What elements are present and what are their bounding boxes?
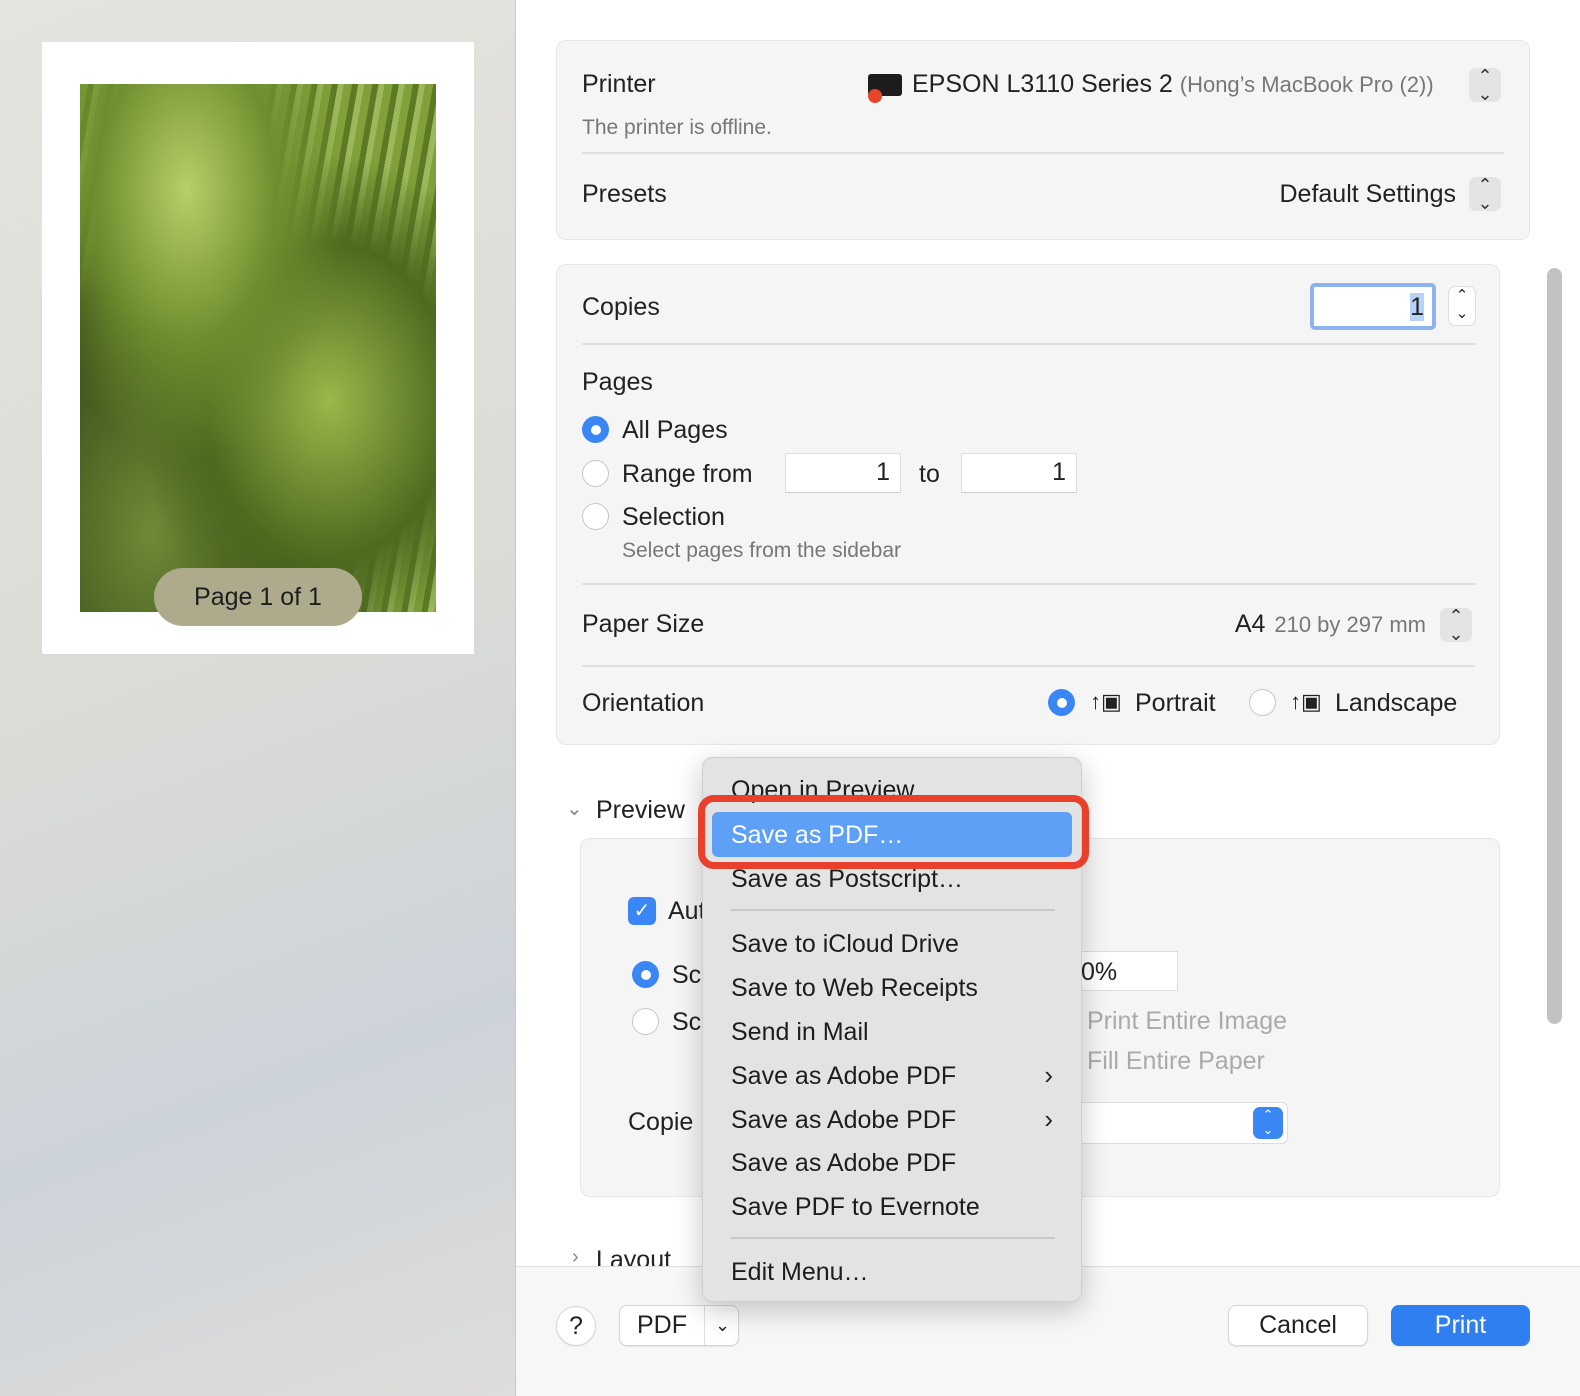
portrait-label: Portrait [1135, 689, 1216, 717]
presets-popup-arrows-icon[interactable]: ⌃ ⌄ [1469, 176, 1501, 212]
printer-status: The printer is offline. [582, 116, 772, 139]
submenu-chevron-icon: › [1044, 1104, 1053, 1134]
offline-status-dot-icon [868, 89, 882, 103]
chevron-down-icon[interactable]: ⌄ [704, 1306, 740, 1345]
range-to-input[interactable]: 1 [961, 453, 1077, 493]
pdf-label: PDF [637, 1311, 687, 1339]
range-to-label: to [919, 460, 940, 488]
submenu-chevron-icon: › [1044, 1060, 1053, 1090]
divider [582, 343, 1475, 345]
divider [582, 583, 1475, 585]
highlight-annotation-ring [698, 795, 1089, 869]
presets-select[interactable]: Default Settings [1280, 180, 1457, 209]
range-radio[interactable] [582, 460, 609, 487]
divider [582, 665, 1475, 667]
printer-popup-arrows-icon[interactable]: ⌃ ⌄ [1469, 67, 1501, 103]
paper-popup-arrows-icon[interactable]: ⌃ ⌄ [1440, 607, 1472, 643]
printer-name: EPSON L3110 Series 2 [912, 70, 1173, 98]
copies-per-page-label: Copie [628, 1108, 694, 1136]
portrait-radio[interactable] [1048, 689, 1075, 716]
preview-sidebar: Page 1 of 1 [0, 0, 516, 1396]
orientation-label: Orientation [582, 689, 705, 717]
scale-input[interactable]: 0% [1070, 951, 1178, 991]
pdf-dropdown-menu: Open in Preview Save as PDF… Save as Pos… [698, 757, 1089, 1302]
paper-size: A4 [1234, 610, 1266, 638]
copies-stepper[interactable]: ⌃ ⌄ [1448, 286, 1476, 326]
copies-label: Copies [582, 293, 660, 321]
print-entire-image-option[interactable]: Print Entire Image [1087, 1007, 1287, 1036]
cancel-button[interactable]: Cancel [1228, 1305, 1368, 1346]
range-label: Range from [622, 460, 753, 488]
auto-rotate-checkbox[interactable]: ✓ [628, 897, 656, 925]
scrollbar-thumb[interactable] [1547, 268, 1562, 1024]
landscape-label: Landscape [1335, 689, 1458, 717]
preview-section-title[interactable]: Preview [596, 796, 685, 825]
menu-item-save-to-icloud[interactable]: Save to iCloud Drive [731, 930, 959, 959]
pages-label: Pages [582, 368, 653, 396]
scale-to-fit-label: Sc [672, 1008, 702, 1036]
printer-select[interactable]: EPSON L3110 Series 2 (Hong’s MacBook Pro… [912, 70, 1434, 99]
presets-label: Presets [582, 180, 667, 208]
all-pages-label: All Pages [622, 416, 728, 444]
copies-input[interactable]: 1 [1310, 283, 1436, 330]
fill-entire-paper-option[interactable]: Fill Entire Paper [1087, 1047, 1265, 1076]
scale-to-fit-radio[interactable] [632, 1008, 659, 1035]
landscape-icon: ↑▣ [1290, 689, 1322, 714]
menu-separator [731, 1237, 1055, 1239]
page-count-badge: Page 1 of 1 [154, 568, 362, 626]
copies-value: 1 [1410, 293, 1424, 321]
selection-hint: Select pages from the sidebar [622, 539, 901, 562]
popup-arrows-icon[interactable]: ⌃ ⌄ [1253, 1107, 1283, 1139]
printer-label: Printer [582, 70, 656, 98]
page-image [80, 84, 436, 612]
paper-size-select[interactable]: A4 210 by 297 mm [1235, 610, 1426, 639]
scale-label: Sc [672, 961, 702, 989]
divider [582, 152, 1504, 154]
menu-item-edit-menu[interactable]: Edit Menu… [731, 1258, 869, 1287]
menu-item-save-as-adobe-pdf[interactable]: Save as Adobe PDF [731, 1149, 956, 1178]
menu-item-save-to-web-receipts[interactable]: Save to Web Receipts [731, 974, 978, 1003]
range-from-input[interactable]: 1 [785, 453, 901, 493]
menu-item-save-as-adobe-pdf[interactable]: Save as Adobe PDF [731, 1062, 956, 1091]
printer-host: (Hong’s MacBook Pro (2)) [1179, 72, 1434, 97]
paper-dims: 210 by 297 mm [1274, 612, 1426, 637]
pdf-menu-button[interactable]: PDF ⌄ [619, 1305, 739, 1346]
menu-separator [731, 909, 1055, 911]
all-pages-radio[interactable] [582, 416, 609, 443]
menu-item-send-in-mail[interactable]: Send in Mail [731, 1018, 869, 1047]
chevron-down-icon[interactable]: ⌄ [566, 796, 583, 821]
portrait-icon: ↑▣ [1090, 689, 1122, 714]
print-button[interactable]: Print [1391, 1305, 1530, 1346]
menu-item-save-pdf-to-evernote[interactable]: Save PDF to Evernote [731, 1193, 980, 1222]
auto-rotate-label: Aut [668, 897, 706, 925]
menu-item-save-as-adobe-pdf[interactable]: Save as Adobe PDF [731, 1106, 956, 1135]
help-button[interactable]: ? [556, 1306, 596, 1346]
layout-section-title[interactable]: Layout [596, 1246, 671, 1266]
landscape-radio[interactable] [1249, 689, 1276, 716]
menu-item-save-as-postscript[interactable]: Save as Postscript… [731, 865, 963, 894]
selection-radio[interactable] [582, 503, 609, 530]
scale-radio[interactable] [632, 961, 659, 988]
selection-label: Selection [622, 503, 725, 531]
paper-size-label: Paper Size [582, 610, 705, 638]
